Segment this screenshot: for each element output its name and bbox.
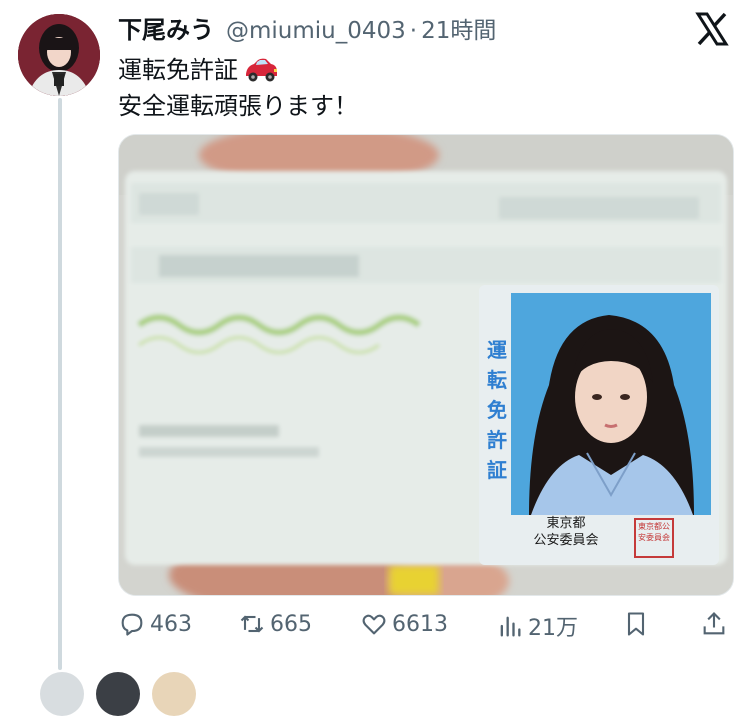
car-emoji-icon <box>242 56 280 84</box>
heart-icon <box>362 614 386 635</box>
license-seal: 東京都公安委員会 <box>638 522 670 542</box>
views-count: 21万 <box>528 616 578 641</box>
avatar[interactable] <box>40 672 84 716</box>
retweet-count: 665 <box>270 611 312 637</box>
tweet-header: 下尾みう @miumiu_0403 · 21時間 <box>118 10 496 44</box>
views-icon <box>500 616 521 637</box>
license-vertical-label: 運 転 免 許 証 <box>483 335 511 485</box>
license-label-char: 証 <box>487 458 507 482</box>
license-label-char: 運 <box>487 338 507 362</box>
license-label-char: 免 <box>487 398 507 422</box>
bookmark-button[interactable] <box>622 610 654 638</box>
tweet-text-line1: 運転免許証 <box>118 50 280 85</box>
license-label-char: 許 <box>487 428 507 452</box>
retweet-button[interactable]: 665 <box>238 610 312 638</box>
next-reply-avatars <box>40 672 240 716</box>
tweet-media-image[interactable]: 運 転 免 許 証 東京都 公安委員会 東京都公安委員会 <box>118 134 734 596</box>
tweet-text-line2: 安全運転頑張ります！ <box>118 92 358 120</box>
reply-button[interactable]: 463 <box>118 610 192 638</box>
author-name[interactable]: 下尾みう <box>118 10 214 45</box>
issuer-line2: 公安委員会 <box>533 533 599 548</box>
share-button[interactable] <box>700 610 732 638</box>
reply-count: 463 <box>150 611 192 637</box>
x-logo-icon[interactable] <box>695 12 729 46</box>
retweet-icon <box>240 615 264 633</box>
license-issuer: 東京都 公安委員会 <box>511 515 621 549</box>
action-bar: 463 665 6613 21万 <box>118 610 732 646</box>
license-label-char: 転 <box>487 368 507 392</box>
avatar[interactable] <box>18 14 100 96</box>
thread-line <box>58 98 62 670</box>
bookmark-icon <box>627 612 645 636</box>
issuer-line1: 東京都 <box>546 516 586 531</box>
avatar[interactable] <box>152 672 196 716</box>
avatar[interactable] <box>96 672 140 716</box>
tweet-text: 運転免許証 <box>118 56 238 84</box>
separator: · <box>409 18 418 44</box>
like-count: 6613 <box>392 611 448 637</box>
like-button[interactable]: 6613 <box>360 610 448 638</box>
author-handle[interactable]: @miumiu_0403 <box>226 18 406 44</box>
reply-icon <box>121 613 143 636</box>
share-icon <box>703 612 725 635</box>
timestamp[interactable]: 21時間 <box>421 11 496 45</box>
views-button[interactable]: 21万 <box>496 610 578 642</box>
